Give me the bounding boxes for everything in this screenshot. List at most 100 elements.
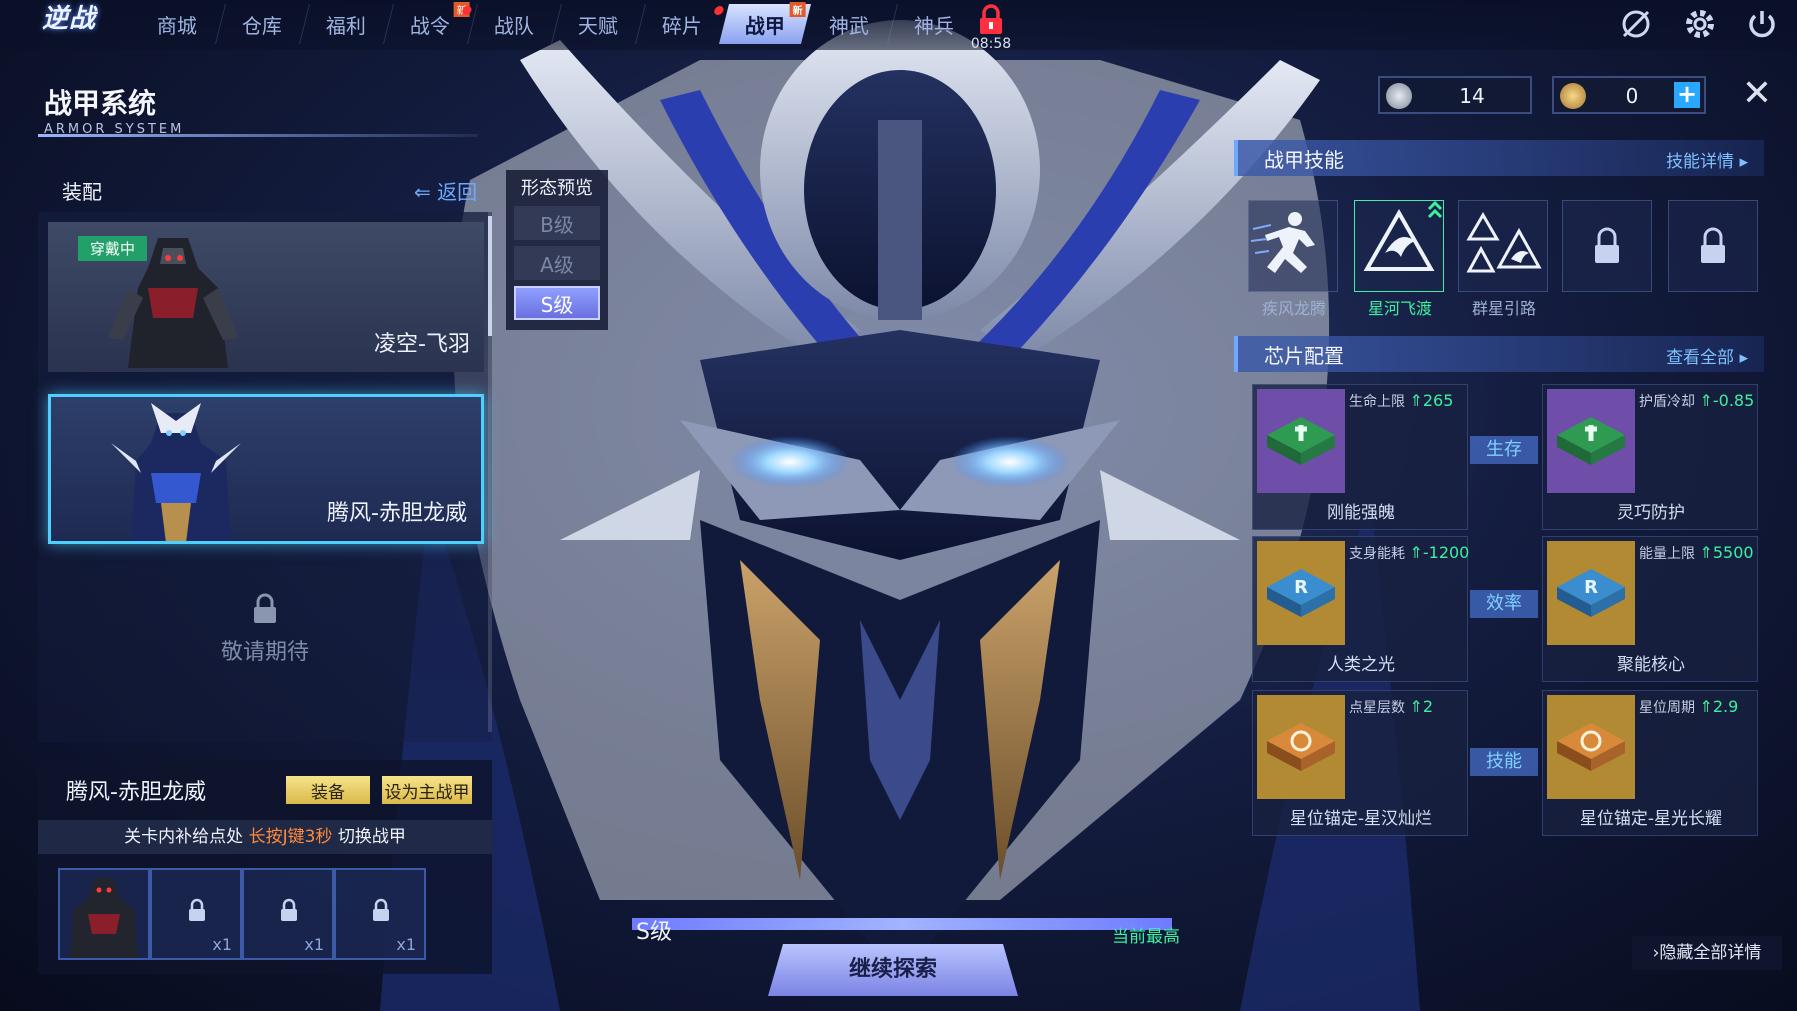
lock-icon: [1701, 227, 1725, 263]
timer-text: 08:58: [970, 36, 1012, 52]
hint-key: 长按J键3秒: [248, 827, 333, 847]
page-title: 战甲系统: [44, 87, 157, 120]
close-icon[interactable]: ✕: [1738, 76, 1776, 114]
chip-stat-label: 护盾冷却: [1639, 394, 1695, 410]
grade-a-option[interactable]: A级: [514, 246, 600, 280]
armor-slot-2[interactable]: x1: [150, 868, 242, 960]
armor-card-lingkong-feiyu[interactable]: 穿戴中 凌空-飞羽: [48, 222, 484, 372]
chip-stat-label: 点星层数: [1349, 700, 1405, 716]
star-anchor-chip-icon: [1257, 695, 1345, 799]
equip-button[interactable]: 装备: [286, 776, 370, 804]
tab-label: 战甲: [745, 13, 785, 38]
svg-text:R: R: [1294, 577, 1308, 598]
chip-name: 刚能强魄: [1327, 503, 1395, 523]
armor-card-tengfeng-chidan[interactable]: 腾风-赤胆龙威: [48, 394, 484, 544]
chip-stat-label: 生命上限: [1349, 394, 1405, 410]
set-main-armor-button[interactable]: 设为主战甲: [382, 776, 472, 804]
skill-jifeng-longteng[interactable]: 疾风龙腾: [1248, 200, 1338, 318]
list-scroll-thumb[interactable]: [488, 216, 492, 336]
chips-title: 芯片配置: [1264, 344, 1344, 368]
tab-label: 仓库: [241, 13, 282, 38]
back-button[interactable]: ⇐ 返回: [414, 176, 477, 205]
silver-currency: 14: [1378, 76, 1532, 114]
back-label: 返回: [437, 180, 478, 204]
continue-explore-button[interactable]: 继续探索: [768, 944, 1018, 996]
switch-armor-hint: 关卡内补给点处 长按J键3秒 切换战甲: [38, 820, 492, 854]
locked-event-timer[interactable]: 08:58: [966, 2, 1016, 52]
page-title-block: 战甲系统 ARMOR SYSTEM: [44, 82, 184, 137]
tab-armor[interactable]: 战甲 新: [719, 2, 811, 44]
triple-dragon-icon: [1466, 212, 1542, 273]
lock-icon: [189, 898, 205, 921]
skill-xinghe-feidu[interactable]: 星河飞渡: [1354, 200, 1444, 318]
chip-renlei-zhiguang[interactable]: R 支身能耗 ⇑-1200 人类之光: [1252, 536, 1469, 682]
power-icon[interactable]: [1744, 6, 1780, 42]
skills-title: 战甲技能: [1264, 148, 1344, 172]
armor-skills-header: 战甲技能 技能详情 ▸: [1234, 140, 1764, 176]
title-divider: [38, 134, 478, 137]
armor-slot-1[interactable]: [58, 868, 150, 960]
chip-stat-label: 星位周期: [1639, 700, 1695, 716]
skill-qunxing-yinlu[interactable]: 群星引路: [1458, 200, 1548, 318]
slot-quantity: x1: [212, 935, 232, 954]
tab-talent[interactable]: 天赋: [551, 4, 643, 44]
chip-stat-value: 2: [1422, 697, 1434, 716]
hide-all-details-button[interactable]: ›隐藏全部详情: [1632, 936, 1782, 970]
shield-chip-icon: [1547, 389, 1635, 493]
lock-icon: [254, 593, 276, 623]
chip-category-efficiency: 效率: [1470, 590, 1538, 618]
skill-slot-locked-2[interactable]: [1668, 200, 1758, 292]
svg-text:R: R: [1584, 577, 1598, 598]
new-badge: 新: [789, 2, 806, 17]
tab-shop[interactable]: 商城: [131, 4, 223, 44]
chip-stat-value: -0.85: [1712, 391, 1755, 410]
chip-xingwei-maoding-canlan[interactable]: 点星层数 ⇑2 星位锚定-星汉灿烂: [1252, 690, 1468, 836]
lock-icon: [373, 898, 389, 921]
tab-label: 碎片: [661, 13, 702, 38]
energy-chip-icon: R: [1257, 541, 1345, 645]
tab-team[interactable]: 战队: [467, 4, 559, 44]
chip-name: 星位锚定-星汉灿烂: [1289, 809, 1433, 829]
tab-battlepass[interactable]: 战令 新: [383, 2, 475, 44]
tab-label: 战令: [409, 13, 450, 38]
chip-name: 灵巧防护: [1617, 503, 1685, 523]
chip-category-survival: 生存: [1470, 436, 1538, 464]
armor-slot-3[interactable]: x1: [242, 868, 334, 960]
skill-name: 星河飞渡: [1367, 299, 1432, 318]
tab-divine-weapon[interactable]: 神武: [803, 4, 895, 44]
grade-s-option[interactable]: S级: [514, 286, 600, 320]
tab-warehouse[interactable]: 仓库: [215, 4, 307, 44]
grade-b-option[interactable]: B级: [514, 206, 600, 240]
top-nav-bar: 逆战 商城 仓库 福利 战令 新 战队 天赋 碎片 战甲 新 神武 神兵 08:…: [0, 0, 1797, 52]
view-all-link[interactable]: 查看全部 ▸: [1666, 343, 1748, 368]
tab-fragments[interactable]: 碎片: [635, 4, 727, 44]
chip-juneng-hexin[interactable]: R 能量上限 ⇑5500 聚能核心: [1542, 536, 1758, 682]
health-chip-icon: [1257, 389, 1345, 493]
chip-name: 星位锚定-星光长耀: [1579, 809, 1723, 829]
form-preview-panel: 形态预览 B级 A级 S级: [506, 170, 608, 330]
armor-actions-panel: 腾风-赤胆龙威 装备 设为主战甲 关卡内补给点处 长按J键3秒 切换战甲 x1 …: [38, 760, 492, 974]
max-grade-label: 当前最高: [1112, 927, 1180, 947]
skill-slot-locked-1[interactable]: [1562, 200, 1652, 292]
tab-label: 天赋: [577, 13, 618, 38]
chip-lingqiao-fanghu[interactable]: 护盾冷却 ⇑-0.85 灵巧防护: [1542, 384, 1758, 530]
skill-detail-link[interactable]: 技能详情 ▸: [1666, 147, 1748, 172]
armor-slot-4[interactable]: x1: [334, 868, 426, 960]
tab-welfare[interactable]: 福利: [299, 4, 391, 44]
skill-name: 疾风龙腾: [1261, 299, 1326, 318]
equip-section-label: 装配: [62, 180, 102, 204]
chip-name: 聚能核心: [1617, 655, 1685, 675]
chip-gangneng-qiangpo[interactable]: 生命上限 ⇑265 刚能强魄: [1252, 384, 1468, 530]
chip-xingwei-maoding-changyao[interactable]: 星位周期 ⇑2.9 星位锚定-星光长耀: [1542, 690, 1758, 836]
gear-icon[interactable]: [1682, 6, 1718, 42]
notification-dot: [713, 6, 725, 15]
armor-portrait-image: [111, 403, 241, 541]
dragon-emblem-icon: [1363, 200, 1443, 271]
armor-thumbnail-image: [70, 878, 138, 958]
no-signal-icon[interactable]: [1618, 6, 1654, 42]
add-currency-button[interactable]: +: [1674, 82, 1700, 108]
lock-icon: [281, 898, 297, 921]
slot-quantity: x1: [304, 935, 324, 954]
tab-label: 神兵: [913, 13, 954, 38]
armor-name: 凌空-飞羽: [374, 332, 470, 357]
